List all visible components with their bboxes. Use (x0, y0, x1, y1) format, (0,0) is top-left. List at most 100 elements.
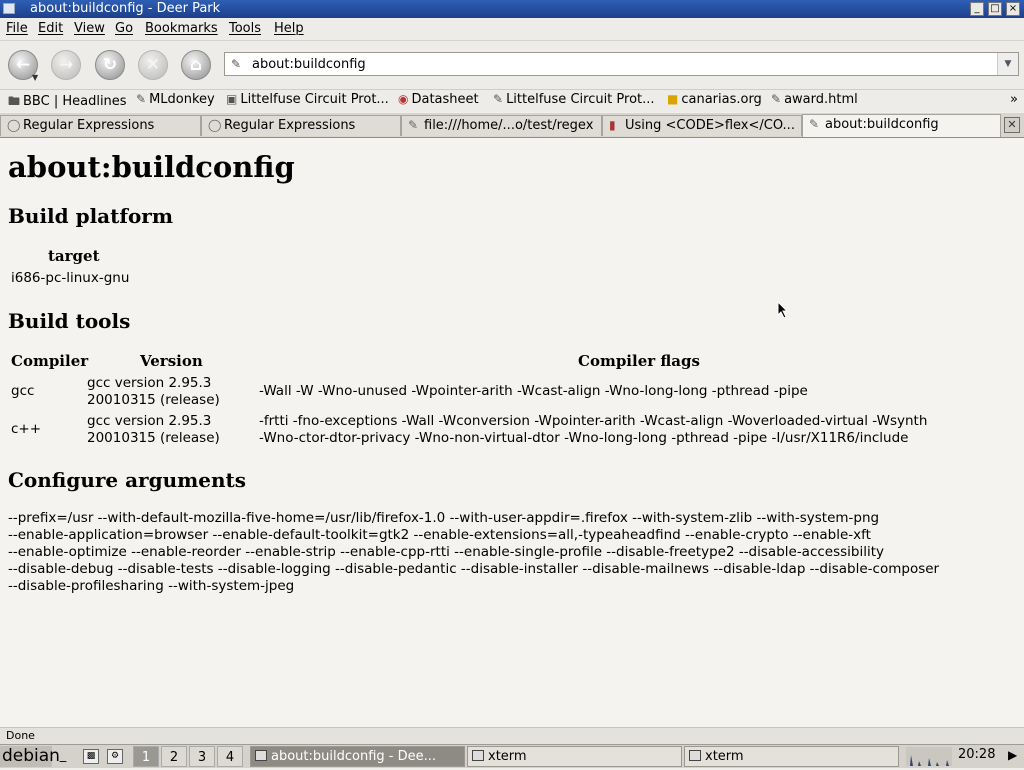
close-tab-icon[interactable]: ✕ (1004, 117, 1020, 133)
bookmark-award[interactable]: ✎ award.html (771, 92, 858, 107)
site-icon: ■ (667, 92, 679, 106)
tools-row-cpp-version-date: 20010315 (release) (87, 430, 220, 446)
page-icon: ✎ (408, 118, 419, 132)
settings-launcher-icon[interactable]: ⚙ (107, 749, 123, 764)
configure-arguments-heading: Configure arguments (8, 468, 247, 492)
bookmark-littelfuse-2[interactable]: ✎ Littelfuse Circuit Prot... (493, 92, 655, 107)
show-desktop-icon[interactable]: _ (55, 749, 71, 764)
window-title: about:buildconfig - Deer Park (30, 1, 221, 16)
bookmarks-overflow-icon[interactable]: » (1010, 92, 1018, 107)
configure-line: --enable-optimize --enable-reorder --ena… (8, 544, 885, 560)
tools-row-gcc-flags: -Wall -W -Wno-unused -Wpointer-arith -Wc… (259, 383, 808, 399)
page-icon: ◯ (7, 118, 21, 132)
tab-strip: ◯ Regular Expressions ◯ Regular Expression… (0, 113, 1024, 138)
tools-row-cpp-flags: -frtti -fno-exceptions -Wall -Wconversio… (259, 413, 928, 429)
menu-edit[interactable]: Edit (38, 21, 63, 36)
menu-bar: File Edit View Go Bookmarks Tools Help (0, 18, 1024, 41)
taskbar: debian _ ▩ ⚙ 1 2 3 4 about:buildconfig -… (0, 744, 1024, 768)
tab-regular-expressions-1[interactable]: ◯ Regular Expressions (0, 115, 201, 136)
title-bar: about:buildconfig - Deer Park _ □ × (0, 0, 1024, 18)
task-browser[interactable]: about:buildconfig - Dee... (250, 746, 465, 767)
forward-arrow-icon: → (58, 55, 74, 75)
bookmark-datasheet[interactable]: ◉ Datasheet (398, 92, 479, 107)
tools-row-cpp-version: gcc version 2.95.3 (87, 413, 212, 429)
menu-bookmarks[interactable]: Bookmarks (145, 21, 218, 36)
close-window-button[interactable]: × (1006, 2, 1020, 16)
url-dropdown-icon[interactable]: ▼ (997, 53, 1018, 75)
workspace-2[interactable]: 2 (161, 746, 187, 767)
tools-header-compiler: Compiler (11, 352, 89, 370)
bookmark-littelfuse-1[interactable]: ▣ Littelfuse Circuit Prot... (226, 92, 389, 107)
bookmark-icon: ✎ (771, 92, 782, 106)
workspace-4[interactable]: 4 (217, 746, 243, 767)
configure-line: --disable-debug --disable-tests --disabl… (8, 561, 940, 577)
status-text: Done (6, 729, 35, 742)
workspace-1[interactable]: 1 (133, 746, 159, 767)
window-icon[interactable] (3, 3, 15, 14)
tools-header-version: Version (140, 352, 203, 370)
url-bar[interactable]: ✎ about:buildconfig ▼ (224, 52, 1019, 76)
terminal-icon (689, 750, 701, 761)
tools-row-cpp-flags-cont: -Wno-ctor-dtor-privacy -Wno-non-virtual-… (259, 430, 909, 446)
home-button[interactable]: ⌂ (181, 50, 211, 80)
url-text[interactable]: about:buildconfig (252, 57, 366, 72)
stop-icon: ✕ (145, 55, 161, 75)
tab-file-regex[interactable]: ✎ file:///home/...o/test/regex (401, 115, 602, 136)
window-icon (255, 750, 267, 761)
tray-expand-icon[interactable]: ▶ (1008, 748, 1017, 762)
configure-arguments: --prefix=/usr --with-default-mozilla-fiv… (8, 510, 939, 595)
forward-button[interactable]: → (51, 50, 81, 80)
back-history-dropdown[interactable]: ▼ (32, 73, 38, 82)
site-icon: ▮ (609, 118, 616, 132)
tools-row-gcc-version: gcc version 2.95.3 (87, 375, 212, 391)
bookmark-mldonkey[interactable]: ✎ MLdonkey (136, 92, 215, 107)
bookmark-canarias[interactable]: ■ canarias.org (667, 92, 762, 107)
platform-target-value: i686-pc-linux-gnu (11, 270, 130, 286)
tools-row-gcc-version-date: 20010315 (release) (87, 392, 220, 408)
start-menu-button[interactable]: debian (0, 746, 60, 767)
task-xterm-1[interactable]: xterm (467, 746, 682, 767)
workspace-3[interactable]: 3 (189, 746, 215, 767)
bookmark-icon: ✎ (493, 92, 504, 106)
task-xterm-2[interactable]: xterm (684, 746, 899, 767)
maximize-button[interactable]: □ (988, 2, 1002, 16)
menu-view[interactable]: View (74, 21, 105, 36)
navigation-toolbar: ← ▼ → ↻ ✕ ⌂ ✎ about:buildconfig ▼ (0, 41, 1024, 90)
platform-header-target: target (48, 247, 100, 265)
configure-line: --enable-application=browser --enable-de… (8, 527, 871, 543)
bookmarks-toolbar: 🖿 BBC | Headlines ✎ MLdonkey ▣ Littelfuse C… (0, 90, 1024, 112)
build-tools-heading: Build tools (8, 309, 131, 333)
menu-go[interactable]: Go (115, 21, 133, 36)
page-icon: ✎ (231, 57, 242, 71)
minimize-button[interactable]: _ (970, 2, 984, 16)
tab-using-flex[interactable]: ▮ Using <CODE>flex</CO... (602, 115, 802, 136)
configure-line: --disable-profilesharing --with-system-j… (8, 578, 295, 594)
page-content: about:buildconfig Build platform target … (0, 138, 1024, 727)
site-icon: ◉ (398, 92, 409, 106)
tab-about-buildconfig[interactable]: ✎ about:buildconfig (802, 114, 1001, 137)
terminal-launcher-icon[interactable]: ▩ (83, 749, 99, 764)
clock: 20:28 (958, 747, 996, 762)
build-platform-heading: Build platform (8, 204, 174, 228)
status-bar: Done (0, 727, 1024, 745)
bookmark-icon: ✎ (136, 92, 147, 106)
back-arrow-icon: ← (15, 55, 31, 75)
menu-help[interactable]: Help (274, 21, 304, 36)
bookmark-bbc-headlines[interactable]: 🖿 BBC | Headlines (8, 92, 127, 113)
reload-button[interactable]: ↻ (95, 50, 125, 80)
menu-file[interactable]: File (6, 21, 28, 36)
site-icon: ▣ (226, 92, 238, 106)
terminal-icon (472, 750, 484, 761)
menu-tools[interactable]: Tools (229, 21, 261, 36)
folder-icon: 🖿 (8, 94, 21, 108)
tab-regular-expressions-2[interactable]: ◯ Regular Expressions (201, 115, 401, 136)
configure-line: --prefix=/usr --with-default-mozilla-fiv… (8, 510, 880, 526)
stop-button[interactable]: ✕ (138, 50, 168, 80)
tools-row-cpp-compiler: c++ (11, 421, 42, 437)
tools-header-flags: Compiler flags (578, 352, 700, 370)
home-icon: ⌂ (189, 55, 203, 75)
page-title: about:buildconfig (8, 150, 295, 184)
reload-icon: ↻ (102, 55, 118, 75)
page-icon: ◯ (208, 118, 222, 132)
cpu-monitor-graph (906, 747, 952, 766)
